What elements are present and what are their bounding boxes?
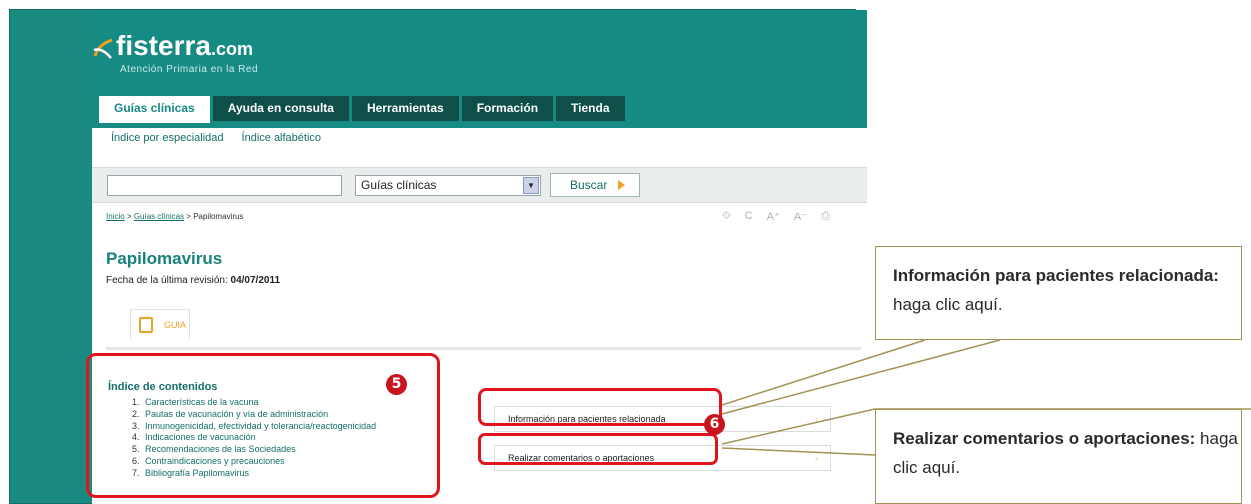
logo-text: fisterra.com bbox=[116, 30, 253, 62]
callout-patient-info-bold: Información para pacientes relacionada: bbox=[893, 266, 1219, 285]
sub-navigation: Índice por especialidad Índice alfabétic… bbox=[111, 132, 321, 144]
revision-label: Fecha de la última revisión: bbox=[106, 275, 228, 286]
patient-info-highlight-box bbox=[478, 388, 722, 426]
subnav-indice-especialidad[interactable]: Índice por especialidad bbox=[111, 132, 224, 144]
decrease-text-icon[interactable]: A⁻ bbox=[794, 210, 807, 223]
increase-text-icon[interactable]: A⁺ bbox=[767, 210, 780, 223]
chevron-down-icon[interactable]: ▼ bbox=[523, 177, 539, 194]
step-badge-6: 6 bbox=[704, 414, 725, 435]
guide-book-icon bbox=[139, 317, 153, 333]
tab-underline-divider bbox=[106, 347, 861, 350]
revision-date: Fecha de la última revisión: 04/07/2011 bbox=[106, 275, 280, 286]
page-title: Papilomavirus bbox=[106, 249, 223, 268]
breadcrumb-sep: > bbox=[124, 212, 134, 221]
tab-guias-clinicas[interactable]: Guías clínicas bbox=[99, 96, 210, 123]
chevron-right-icon: › bbox=[815, 453, 818, 463]
callout-comments-bold: Realizar comentarios o aportaciones: bbox=[893, 429, 1196, 448]
tab-guia-label: GUIA bbox=[164, 320, 187, 330]
subnav-indice-alfabetico[interactable]: Índice alfabético bbox=[242, 132, 322, 144]
breadcrumb-section[interactable]: Guías clínicas bbox=[134, 212, 184, 221]
logo-domain: .com bbox=[210, 39, 253, 59]
logo-name: fisterra bbox=[116, 30, 211, 61]
callout-patient-info: Información para pacientes relacionada: … bbox=[875, 246, 1242, 340]
tab-guia[interactable]: GUIA bbox=[130, 309, 190, 339]
callout-comments: Realizar comentarios o aportaciones: hag… bbox=[875, 409, 1242, 504]
search-bar: Guías clínicas ▼ Buscar bbox=[92, 167, 867, 203]
tab-tienda[interactable]: Tienda bbox=[556, 96, 625, 121]
toc-highlight-box bbox=[86, 353, 440, 498]
logo-mark-icon bbox=[93, 38, 113, 59]
main-tabs: Guías clínicas Ayuda en consulta Herrami… bbox=[99, 96, 625, 123]
tab-ayuda-en-consulta[interactable]: Ayuda en consulta bbox=[212, 96, 349, 121]
chevron-right-icon: › bbox=[815, 414, 818, 424]
breadcrumb-sep: > bbox=[184, 212, 194, 221]
breadcrumb-home[interactable]: Inicio bbox=[106, 212, 125, 221]
breadcrumb-current: Papilomavirus bbox=[193, 212, 244, 221]
search-button-label: Buscar bbox=[570, 178, 608, 192]
search-select-value: Guías clínicas bbox=[361, 178, 437, 192]
breadcrumb: Inicio > Guías clínicas > Papilomavirus bbox=[106, 212, 243, 221]
tab-herramientas[interactable]: Herramientas bbox=[351, 96, 459, 121]
search-input[interactable] bbox=[107, 175, 342, 196]
share-icon[interactable]: ⟐ bbox=[722, 210, 731, 223]
tab-formacion[interactable]: Formación bbox=[461, 96, 554, 121]
reset-text-icon[interactable]: C bbox=[745, 210, 753, 223]
callout-patient-info-text: haga clic aquí. bbox=[893, 295, 1003, 314]
step-badge-5: 5 bbox=[386, 374, 407, 395]
site-header: fisterra.com Atención Primaria en la Red… bbox=[92, 10, 867, 128]
revision-date-value: 04/07/2011 bbox=[230, 275, 281, 286]
page-tools: ⟐ C A⁺ A⁻ ⎙ bbox=[722, 210, 830, 223]
logo-tagline: Atención Primaria en la Red bbox=[120, 64, 259, 75]
search-category-select[interactable]: Guías clínicas ▼ bbox=[355, 175, 541, 196]
search-button[interactable]: Buscar bbox=[550, 173, 640, 197]
comments-highlight-box bbox=[478, 433, 718, 465]
print-icon[interactable]: ⎙ bbox=[821, 210, 830, 223]
play-arrow-icon bbox=[618, 180, 625, 190]
